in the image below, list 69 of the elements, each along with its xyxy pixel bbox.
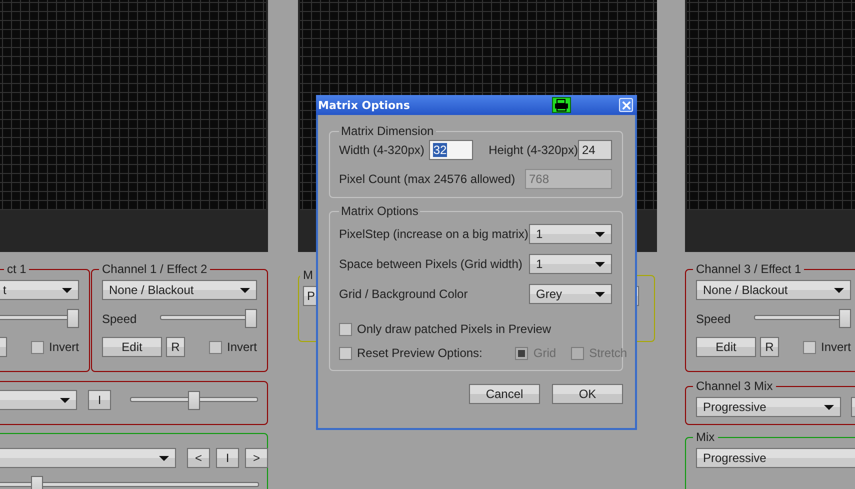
checkbox[interactable] xyxy=(802,340,816,354)
mix-dropdown[interactable]: Progressive xyxy=(696,448,855,468)
group-title: Matrix Options xyxy=(340,204,420,218)
checkbox-label: Invert xyxy=(226,340,257,354)
caret-icon xyxy=(60,398,70,402)
checkbox-label: Reset Preview Options: xyxy=(357,346,482,360)
slider-thumb[interactable] xyxy=(245,309,257,328)
height-label: Height (4-320px) xyxy=(488,143,578,157)
step-button[interactable]: > xyxy=(245,448,268,468)
option-label: PixelStep (increase on a big matrix) xyxy=(339,227,528,241)
option-label: Grid / Background Color xyxy=(339,287,468,301)
slider-thumb[interactable] xyxy=(839,309,851,328)
step-button[interactable]: I xyxy=(216,448,239,468)
slider-track[interactable] xyxy=(130,390,258,410)
slider-thumb[interactable] xyxy=(188,390,200,410)
speed-label: Speed xyxy=(102,312,137,326)
checkbox-label: Stretch xyxy=(589,346,628,360)
caret-icon xyxy=(595,262,605,266)
flash-button[interactable]: I xyxy=(88,390,111,410)
option-dropdown[interactable]: 1 xyxy=(529,224,612,244)
panel-title: M xyxy=(302,268,314,282)
option-label: Space between Pixels (Grid width) xyxy=(339,257,522,271)
printer-icon[interactable] xyxy=(552,97,571,113)
checkbox[interactable] xyxy=(30,340,44,354)
speed-label: Speed xyxy=(696,312,731,326)
cancel-button[interactable]: Cancel xyxy=(469,384,540,404)
height-field[interactable]: 24 xyxy=(578,140,612,160)
caret-icon xyxy=(62,288,72,292)
reset-button[interactable]: R xyxy=(760,337,779,357)
checkbox[interactable] xyxy=(339,346,352,360)
checkbox-label: Invert xyxy=(820,340,851,354)
slider-track[interactable] xyxy=(160,309,257,328)
window-title: Matrix Options xyxy=(318,98,410,112)
pixel-count-field: 768 xyxy=(525,169,612,189)
checkbox[interactable] xyxy=(339,322,352,336)
pixel-count-label: Pixel Count (max 24576 allowed) xyxy=(339,172,516,186)
panel-title: Channel 3 Mix xyxy=(695,379,774,393)
width-label: Width (4-320px) xyxy=(339,143,424,157)
panel-title: Channel 1 / Effect 2 xyxy=(101,262,208,276)
effect-dropdown[interactable]: None / Blackout xyxy=(696,280,851,300)
reset-button[interactable]: R xyxy=(166,337,185,357)
option-dropdown[interactable]: Grey xyxy=(529,284,612,304)
panel-title: ct 1 xyxy=(6,262,28,276)
checkbox[interactable] xyxy=(208,340,222,354)
panel-title: Mix xyxy=(695,430,716,444)
caret-icon xyxy=(240,288,250,292)
width-field[interactable]: 32 xyxy=(429,140,473,160)
step-button[interactable]: < xyxy=(187,448,210,468)
ok-button[interactable]: OK xyxy=(552,384,623,404)
option-dropdown[interactable]: 1 xyxy=(529,254,612,274)
panel-title: Channel 3 / Effect 1 xyxy=(695,262,802,276)
caret-icon xyxy=(834,288,844,292)
slider-track[interactable] xyxy=(0,309,79,328)
slider-thumb[interactable] xyxy=(67,309,79,328)
edit-button[interactable]: Edit xyxy=(102,337,162,357)
caret-icon xyxy=(595,292,605,296)
checkbox-label: Invert xyxy=(48,340,79,354)
slider-track[interactable] xyxy=(754,309,851,328)
caret-icon xyxy=(595,232,605,236)
effect-dropdown[interactable]: None / Blackout xyxy=(102,280,257,300)
close-icon[interactable] xyxy=(619,98,633,112)
mix-dropdown[interactable]: Progressive xyxy=(696,397,841,417)
caret-icon xyxy=(824,404,834,410)
edit-button[interactable]: Edit xyxy=(696,337,756,357)
caret-icon xyxy=(159,456,169,460)
checkbox-label: Only draw patched Pixels in Preview xyxy=(357,322,552,336)
effect-dropdown[interactable]: t xyxy=(0,280,79,300)
group-title: Matrix Dimension xyxy=(340,124,435,138)
slider-thumb[interactable] xyxy=(30,476,43,489)
